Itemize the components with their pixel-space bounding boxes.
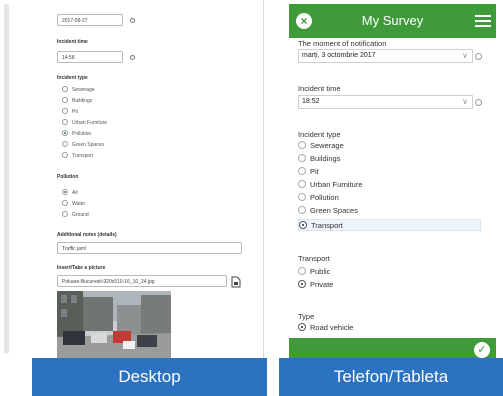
radio-circle-icon <box>298 193 306 202</box>
date-input[interactable]: 2017-09-27 <box>57 14 123 26</box>
radio-pit[interactable]: Pit <box>298 166 481 178</box>
radio-transport[interactable]: Transport <box>298 219 481 231</box>
notes-input[interactable]: Traffic jam! <box>57 242 242 254</box>
radio-pollution[interactable]: Pollution <box>298 192 481 204</box>
radio-circle-icon <box>62 140 68 147</box>
picture-file-input[interactable]: Poluare-Bucuresti-920x510-16_10_24.jpg <box>57 275 227 287</box>
radio-label: Private <box>310 280 334 289</box>
desktop-form-view: 2017-09-27 Incident time 14:58 Incident … <box>0 0 270 358</box>
radio-label: Pit <box>72 109 78 115</box>
incident-time-label: Incident time <box>298 84 341 93</box>
incident-time-select[interactable]: 18:52 ∨ <box>298 95 473 109</box>
radio-checked-icon <box>299 221 307 230</box>
chevron-down-icon: ∨ <box>462 97 468 106</box>
radio-sewerage[interactable]: Sewerage <box>62 85 95 94</box>
desktop-scrollbar[interactable] <box>4 4 9 354</box>
radio-ground[interactable]: Ground <box>62 210 89 219</box>
pollution-label: Pollution <box>57 174 79 180</box>
radio-label: Transport <box>72 153 94 159</box>
radio-checked-icon <box>298 280 306 289</box>
clear-time-icon[interactable] <box>130 55 135 60</box>
clear-date-icon[interactable] <box>130 18 135 23</box>
type-label: Type <box>298 312 315 321</box>
radio-label: Road vehicle <box>310 323 354 332</box>
radio-circle-icon <box>298 154 306 163</box>
notification-date-select[interactable]: marți, 3 octombrie 2017 ∨ <box>298 49 473 63</box>
radio-label: Sewerage <box>310 141 344 150</box>
radio-circle-icon <box>298 141 306 150</box>
radio-label: Buildings <box>72 98 93 104</box>
desktop-banner: Desktop <box>32 358 267 396</box>
radio-label: Sewerage <box>72 87 95 93</box>
radio-label: Air <box>72 190 79 196</box>
hamburger-menu-icon[interactable] <box>475 15 491 27</box>
radio-label: Green Spaces <box>72 142 104 148</box>
notification-label: The moment of notification <box>298 39 387 48</box>
radio-circle-icon <box>62 151 68 158</box>
radio-circle-icon <box>298 180 306 189</box>
transport-label: Transport <box>298 254 330 263</box>
incident-type-label: Incident type <box>57 75 88 81</box>
radio-buildings[interactable]: Buildings <box>62 96 93 105</box>
radio-checked-icon <box>62 188 68 195</box>
radio-circle-icon <box>298 167 306 176</box>
radio-label: Pit <box>310 167 319 176</box>
close-icon[interactable]: × <box>296 13 312 29</box>
radio-circle-icon <box>298 206 306 215</box>
radio-circle-icon <box>62 107 68 114</box>
radio-transport[interactable]: Transport <box>62 151 94 160</box>
attached-photo <box>57 291 171 358</box>
file-icon[interactable] <box>231 275 241 288</box>
radio-circle-icon <box>298 267 306 276</box>
chevron-down-icon: ∨ <box>462 51 468 60</box>
phone-banner: Telefon/Tableta <box>279 358 503 396</box>
phone-form-view: My Survey × The moment of notification m… <box>289 4 496 358</box>
app-title: My Survey <box>361 13 424 28</box>
radio-label: Green Spaces <box>310 206 358 215</box>
radio-public[interactable]: Public <box>298 266 481 278</box>
incident-type-label: Incident type <box>298 130 341 139</box>
notes-label: Additional notes (details) <box>57 232 117 238</box>
clear-date-icon[interactable] <box>475 53 482 60</box>
radio-label: Buildings <box>310 154 341 163</box>
radio-circle-icon <box>62 118 68 125</box>
select-value: marți, 3 octombrie 2017 <box>302 52 376 59</box>
radio-label: Pollution <box>310 193 339 202</box>
radio-buildings[interactable]: Buildings <box>298 153 481 165</box>
radio-label: Public <box>310 267 331 276</box>
radio-green-spaces[interactable]: Green Spaces <box>298 205 481 217</box>
radio-private[interactable]: Private <box>298 279 481 291</box>
radio-label: Ground <box>72 212 89 218</box>
radio-water[interactable]: Water <box>62 199 86 208</box>
clear-time-icon[interactable] <box>475 99 482 106</box>
radio-label: Urban Furniture <box>310 180 363 189</box>
radio-sewerage[interactable]: Sewerage <box>298 140 481 152</box>
radio-road-vehicle[interactable]: Road vehicle <box>298 322 481 334</box>
radio-urban-furniture[interactable]: Urban Furniture <box>298 179 481 191</box>
picture-label: Insert/Take a picture <box>57 265 106 271</box>
check-icon[interactable]: ✓ <box>474 342 490 358</box>
app-footer-bar: ✓ <box>289 338 496 358</box>
select-value: 18:52 <box>302 98 320 105</box>
radio-green-spaces[interactable]: Green Spaces <box>62 140 104 149</box>
desktop-form-panel: 2017-09-27 Incident time 14:58 Incident … <box>0 0 264 358</box>
radio-label: Transport <box>311 221 343 230</box>
radio-circle-icon <box>62 96 68 103</box>
radio-label: Urban Furniture <box>72 120 108 126</box>
radio-label: Water <box>72 201 86 207</box>
radio-pollution[interactable]: Pollution <box>62 129 92 138</box>
radio-air[interactable]: Air <box>62 188 79 197</box>
radio-label: Pollution <box>72 131 92 137</box>
radio-urban-furniture[interactable]: Urban Furniture <box>62 118 108 127</box>
radio-checked-icon <box>298 323 306 332</box>
radio-pit[interactable]: Pit <box>62 107 78 116</box>
app-header-bar: My Survey × <box>289 4 496 38</box>
radio-circle-icon <box>62 85 68 92</box>
time-input[interactable]: 14:58 <box>57 51 123 63</box>
incident-time-label: Incident time <box>57 39 88 45</box>
radio-circle-icon <box>62 199 68 206</box>
radio-circle-icon <box>62 210 68 217</box>
radio-checked-icon <box>62 129 68 136</box>
